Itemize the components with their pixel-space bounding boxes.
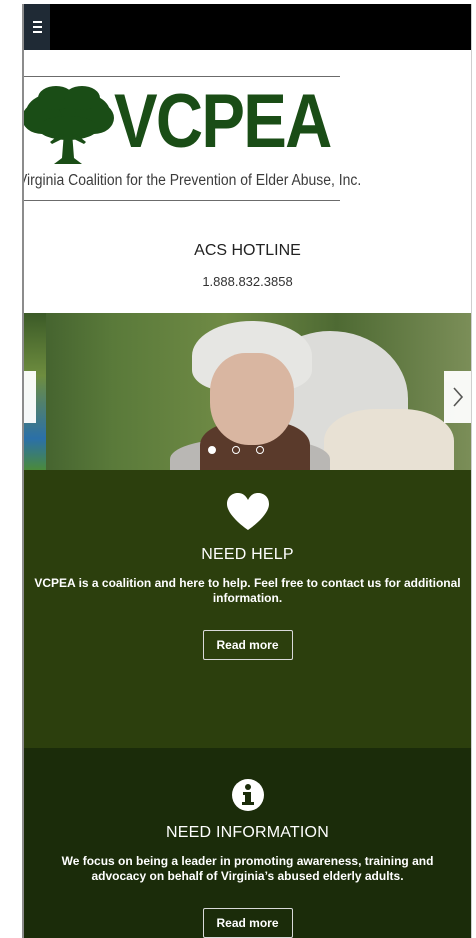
info-circle-icon: [231, 779, 264, 811]
heart-icon: [226, 493, 269, 530]
logo-bottom-rule: [24, 200, 340, 201]
slider-dot-1[interactable]: [208, 446, 216, 454]
logo-top-rule: [24, 76, 340, 77]
slider-next-button[interactable]: [444, 371, 471, 423]
need-help-read-more-button[interactable]: Read more: [202, 630, 293, 660]
need-help-text: VCPEA is a coalition and here to help. F…: [34, 576, 461, 605]
need-help-title: NEED HELP: [201, 546, 294, 563]
chevron-left-icon[interactable]: [24, 371, 36, 423]
hotline-number[interactable]: 1.888.832.3858: [24, 274, 471, 289]
page: VCPEA Virginia Coalition for the Prevent…: [22, 4, 472, 938]
slide-photo-person-left-face: [210, 353, 294, 445]
oak-tree-icon: [24, 86, 114, 164]
slider-dot-2[interactable]: [232, 446, 240, 454]
hamburger-menu-icon[interactable]: [24, 4, 50, 50]
hotline-title: ACS HOTLINE: [194, 242, 301, 259]
need-information-section: NEED INFORMATION We focus on being a lea…: [24, 748, 471, 938]
slider-pagination: [208, 446, 264, 454]
image-slider[interactable]: [24, 313, 471, 470]
chevron-right-icon: [452, 387, 463, 407]
need-information-title: NEED INFORMATION: [166, 824, 329, 841]
slider-dot-3[interactable]: [256, 446, 264, 454]
site-logo[interactable]: VCPEA Virginia Coalition for the Prevent…: [24, 76, 361, 202]
need-information-read-more-button[interactable]: Read more: [202, 908, 293, 938]
need-information-text: We focus on being a leader in promoting …: [61, 854, 434, 883]
slide-photo-person-right-body: [324, 409, 454, 470]
top-bar: [24, 4, 471, 50]
logo-subtitle: Virginia Coalition for the Prevention of…: [22, 172, 362, 189]
need-help-section: NEED HELP VCPEA is a coalition and here …: [24, 470, 471, 748]
logo-wordmark: VCPEA: [114, 79, 332, 164]
